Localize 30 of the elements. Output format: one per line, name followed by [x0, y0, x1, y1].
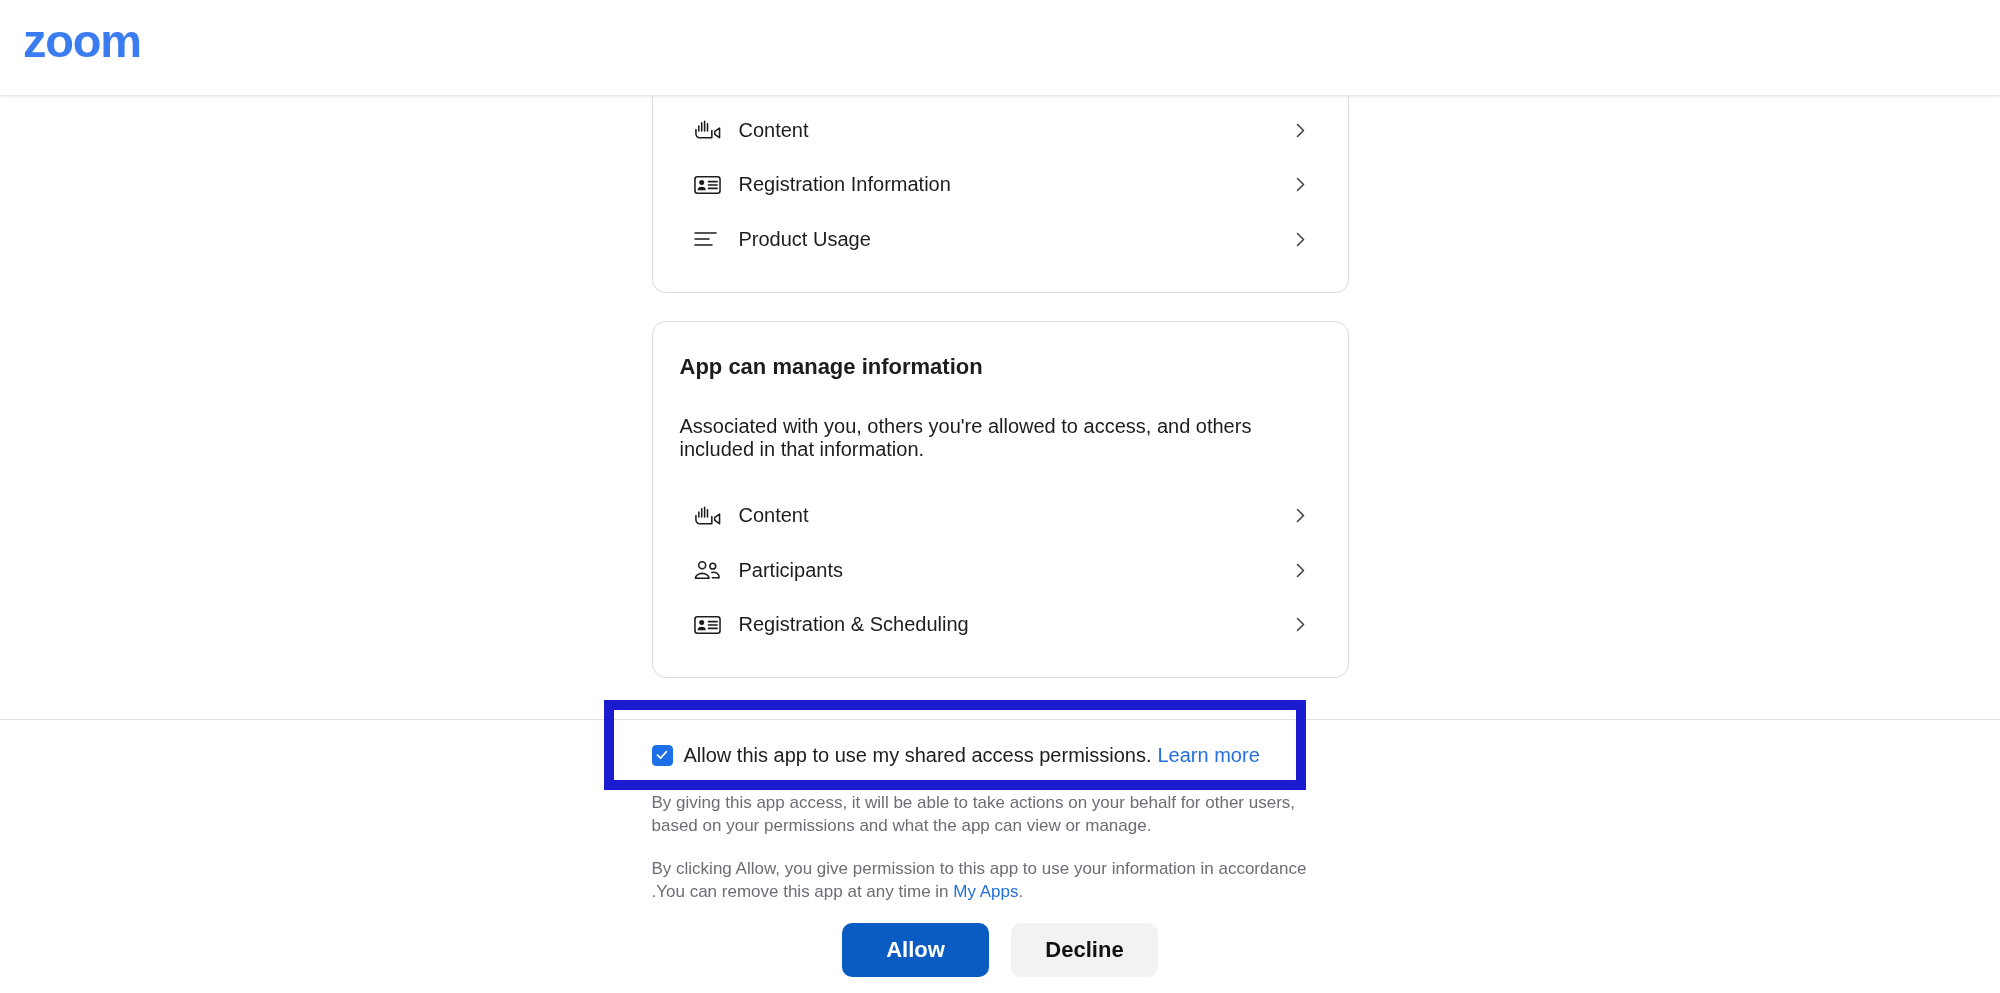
- consent-note: By clicking Allow, you give permission to this app to use your information in accordance .You can remove this app at any time in My Apps.: [651, 858, 1308, 903]
- card-title: App can manage information: [679, 352, 984, 381]
- chevron-right-icon: [1295, 231, 1305, 247]
- check-icon: [656, 750, 668, 760]
- permission-item[interactable]: Registration Information: [679, 157, 1321, 212]
- id-card-icon: [693, 614, 721, 635]
- card-description: Associated with you, others you're allowed to access, and others included in that information.: [679, 414, 1253, 461]
- hand-camera-icon: [693, 505, 721, 526]
- chevron-right-icon: [1295, 122, 1305, 138]
- permission-item[interactable]: Product Usage: [679, 212, 1321, 267]
- checkbox-label: Allow this app to use my shared access permissions.: [683, 743, 1152, 767]
- permission-item[interactable]: Participants: [679, 543, 1321, 598]
- secondary-button[interactable]: Decline: [1011, 923, 1158, 977]
- learn-more-link[interactable]: Learn more: [1157, 743, 1260, 767]
- people-icon: [693, 560, 721, 581]
- hand-camera-icon: [693, 120, 721, 141]
- my-apps-link[interactable]: My Apps: [953, 882, 1019, 901]
- chevron-right-icon: [1295, 508, 1305, 524]
- chevron-right-icon: [1295, 177, 1305, 193]
- logo[interactable]: zoom: [23, 17, 141, 64]
- permission-checkbox[interactable]: [651, 744, 673, 766]
- permission-item[interactable]: Content: [679, 103, 1321, 158]
- permission-item[interactable]: Registration & Scheduling: [679, 597, 1321, 652]
- chevron-right-icon: [1295, 617, 1305, 633]
- permission-item[interactable]: Content: [679, 488, 1321, 543]
- chevron-right-icon: [1295, 562, 1305, 578]
- id-card-icon: [693, 174, 721, 195]
- consent-note: By giving this app access, it will be able to take actions on your behalf for other users, based on your permissions and what the app can view or manage.: [651, 792, 1296, 837]
- text-lines-icon: [693, 231, 718, 248]
- primary-button[interactable]: Allow: [842, 923, 989, 977]
